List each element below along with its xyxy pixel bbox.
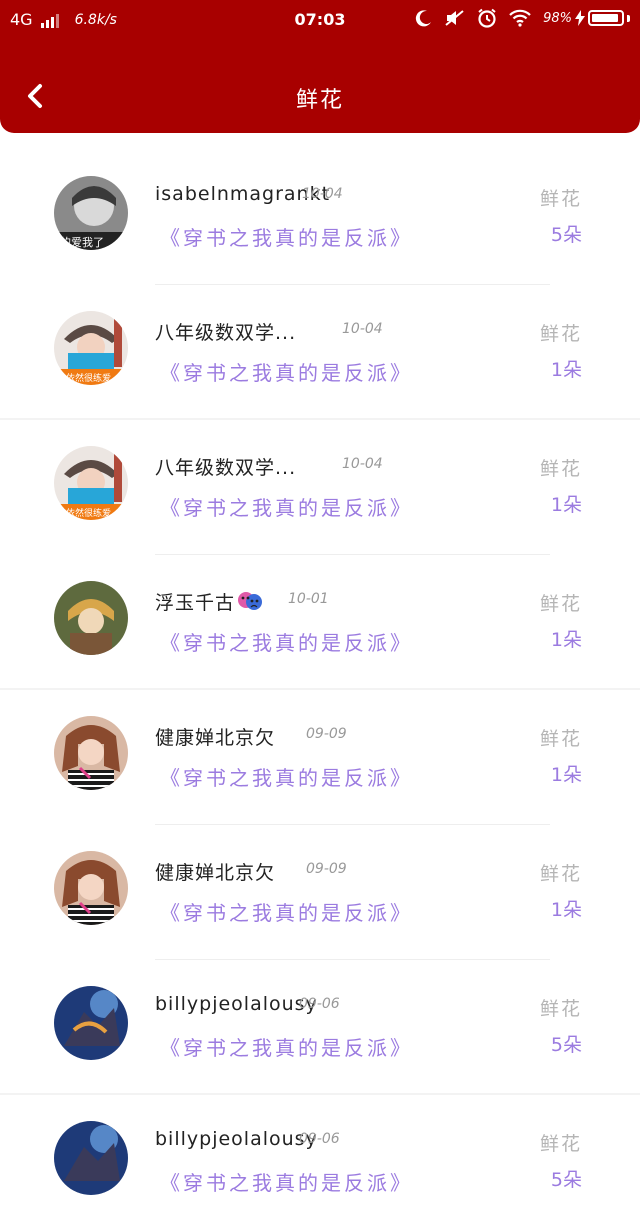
flower-gift-list: 的爱我了 isabelnmagrankt 10-04 《穿书之我真的是反派》 鲜… <box>0 150 640 1230</box>
battery-indicator: 98% <box>543 10 630 26</box>
list-item[interactable]: 健康婵北京欠 09-09 《穿书之我真的是反派》 鲜花 1朵 <box>0 690 640 825</box>
mute-icon <box>445 10 464 26</box>
list-item[interactable]: 的爱我了 isabelnmagrankt 10-04 《穿书之我真的是反派》 鲜… <box>0 150 640 285</box>
user-name: 浮玉千古 <box>155 588 263 615</box>
gift-date: 10-04 <box>342 321 383 337</box>
gift-type: 鲜花 <box>539 458 582 480</box>
user-name: 健康婵北京欠 <box>155 727 276 749</box>
gift-count: 1朵 <box>550 629 582 651</box>
drama-masks-icon <box>238 592 263 610</box>
book-title[interactable]: 《穿书之我真的是反派》 <box>160 897 413 926</box>
status-bar: 4G 6.8k/s 07:03 98% <box>0 0 640 42</box>
user-name: 健康婵北京欠 <box>155 862 276 884</box>
gift-type: 鲜花 <box>539 728 582 750</box>
list-item[interactable]: 依然很练爱 八年级数双学... 10-04 《穿书之我真的是反派》 鲜花 1朵 <box>0 420 640 555</box>
avatar[interactable] <box>54 851 128 925</box>
list-item[interactable]: billypjeolalousy 09-06 《穿书之我真的是反派》 鲜花 5朵 <box>0 1095 640 1230</box>
gift-date: 10-04 <box>302 186 343 202</box>
book-title[interactable]: 《穿书之我真的是反派》 <box>160 627 413 656</box>
book-title[interactable]: 《穿书之我真的是反派》 <box>160 357 413 386</box>
gift-count: 1朵 <box>550 494 582 516</box>
gift-date: 09-09 <box>306 861 347 877</box>
book-title[interactable]: 《穿书之我真的是反派》 <box>160 222 413 251</box>
user-name-text: 浮玉千古 <box>155 592 236 614</box>
avatar[interactable] <box>54 581 128 655</box>
app-header: 4G 6.8k/s 07:03 98% 鲜花 <box>0 0 640 133</box>
page-title: 鲜花 <box>295 88 344 113</box>
user-name: 八年级数双学... <box>155 457 297 479</box>
avatar[interactable]: 依然很练爱 <box>54 446 128 520</box>
battery-icon <box>588 10 624 26</box>
gift-date: 09-06 <box>299 996 340 1012</box>
gift-type: 鲜花 <box>539 188 582 210</box>
list-item[interactable]: 依然很练爱 八年级数双学... 10-04 《穿书之我真的是反派》 鲜花 1朵 <box>0 285 640 420</box>
gift-date: 10-04 <box>342 456 383 472</box>
book-title[interactable]: 《穿书之我真的是反派》 <box>160 762 413 791</box>
book-title[interactable]: 《穿书之我真的是反派》 <box>160 492 413 521</box>
moon-icon <box>415 10 432 27</box>
avatar[interactable] <box>54 986 128 1060</box>
list-item[interactable]: 健康婵北京欠 09-09 《穿书之我真的是反派》 鲜花 1朵 <box>0 825 640 960</box>
avatar[interactable] <box>54 1121 128 1195</box>
user-name: billypjeolalousy <box>155 993 318 1015</box>
avatar[interactable]: 依然很练爱 <box>54 311 128 385</box>
book-title[interactable]: 《穿书之我真的是反派》 <box>160 1167 413 1196</box>
list-item[interactable]: billypjeolalousy 09-06 《穿书之我真的是反派》 鲜花 5朵 <box>0 960 640 1095</box>
gift-date: 10-01 <box>288 591 329 607</box>
gift-count: 1朵 <box>550 764 582 786</box>
svg-text:依然很练爱: 依然很练爱 <box>66 507 111 519</box>
battery-percent: 98% <box>543 10 572 26</box>
gift-count: 1朵 <box>550 899 582 921</box>
user-name: 八年级数双学... <box>155 322 297 344</box>
avatar[interactable]: 的爱我了 <box>54 176 128 250</box>
gift-type: 鲜花 <box>539 593 582 615</box>
gift-type: 鲜花 <box>539 998 582 1020</box>
gift-count: 1朵 <box>550 359 582 381</box>
book-title[interactable]: 《穿书之我真的是反派》 <box>160 1032 413 1061</box>
gift-count: 5朵 <box>550 224 582 246</box>
gift-date: 09-09 <box>306 726 347 742</box>
gift-type: 鲜花 <box>539 1133 582 1155</box>
svg-text:的爱我了: 的爱我了 <box>60 235 104 249</box>
alarm-icon <box>478 8 496 28</box>
wifi-icon <box>509 9 531 27</box>
gift-count: 5朵 <box>550 1169 582 1191</box>
charging-icon <box>575 10 585 26</box>
list-item[interactable]: 浮玉千古 10-01 《穿书之我真的是反派》 鲜花 1朵 <box>0 555 640 690</box>
avatar[interactable] <box>54 716 128 790</box>
svg-text:依然很练爱: 依然很练爱 <box>66 372 111 384</box>
gift-date: 09-06 <box>299 1131 340 1147</box>
gift-type: 鲜花 <box>539 863 582 885</box>
gift-type: 鲜花 <box>539 323 582 345</box>
gift-count: 5朵 <box>550 1034 582 1056</box>
user-name: billypjeolalousy <box>155 1128 318 1150</box>
